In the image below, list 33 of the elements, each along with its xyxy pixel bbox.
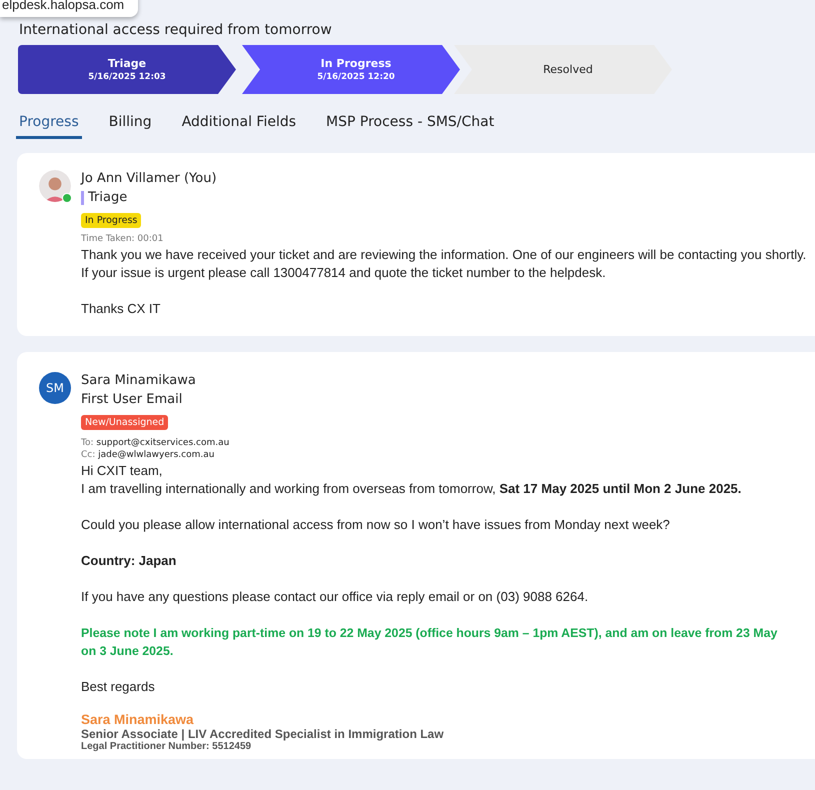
status-stage[interactable]: In Progress 5/16/2025 12:20 <box>242 45 460 94</box>
author-name: Jo Ann Villamer (You) <box>81 170 218 188</box>
message-text: If your issue is urgent please call 1300477814 and quote the ticket number to the helpdesk. <box>81 264 607 282</box>
author-name: Sara Minamikawa <box>81 372 197 390</box>
status-badge: New/Unassigned <box>81 415 168 430</box>
message-text: Could you please allow international access from now so I won’t have issues from Monday next week? <box>81 516 671 534</box>
message-text: Hi CXIT team, <box>81 462 164 480</box>
time-taken: Time Taken: 00:01 <box>81 234 164 244</box>
message-text: Country: Japan <box>81 552 178 570</box>
ticket-title: International access required from tomorrow <box>19 22 332 39</box>
signature-title: Senior Associate | LIV Accredited Specialist in Immigration Law <box>81 727 445 741</box>
message-text: Please note I am working part-time on 19 to 22 May 2025 (office hours 9am – 1pm AEST), and am on leave from 23 May <box>81 625 778 642</box>
tab[interactable]: Progress <box>16 112 82 139</box>
message-text: I am travelling internationally and working from overseas from tomorrow, Sat 17 May 2025 until Mon 2 June 2025. <box>81 480 742 498</box>
message-text: Thanks CX IT <box>81 300 162 318</box>
to-address: To: support@cxitservices.com.au <box>81 438 230 448</box>
message-text: If you have any questions please contact our office via reply email or on (03) 9088 6264. <box>81 588 590 606</box>
cc-address: Cc: jade@wlwlawyers.com.au <box>81 450 216 460</box>
status-stage[interactable]: Triage 5/16/2025 12:03 <box>18 45 236 94</box>
tab[interactable]: Additional Fields <box>178 112 300 139</box>
tab[interactable]: MSP Process - SMS/Chat <box>323 112 498 139</box>
message-text: on 3 June 2025. <box>81 643 174 660</box>
status-stage[interactable]: Resolved <box>454 45 672 94</box>
signature-number: Legal Practitioner Number: 5512459 <box>81 741 252 753</box>
tab[interactable]: Billing <box>106 112 155 139</box>
message-text: Best regards <box>81 678 156 696</box>
action-name: First User Email <box>81 391 182 409</box>
avatar-icon <box>39 170 71 202</box>
status-badge: In Progress <box>81 213 142 228</box>
action-name: Triage <box>88 189 128 207</box>
avatar-initials: SM <box>39 372 71 404</box>
message-text: Thank you we have received your ticket and are reviewing the information. One of our engineers will be contacting you shortly. <box>81 246 808 264</box>
signature-name: Sara Minamikawa <box>81 712 195 727</box>
